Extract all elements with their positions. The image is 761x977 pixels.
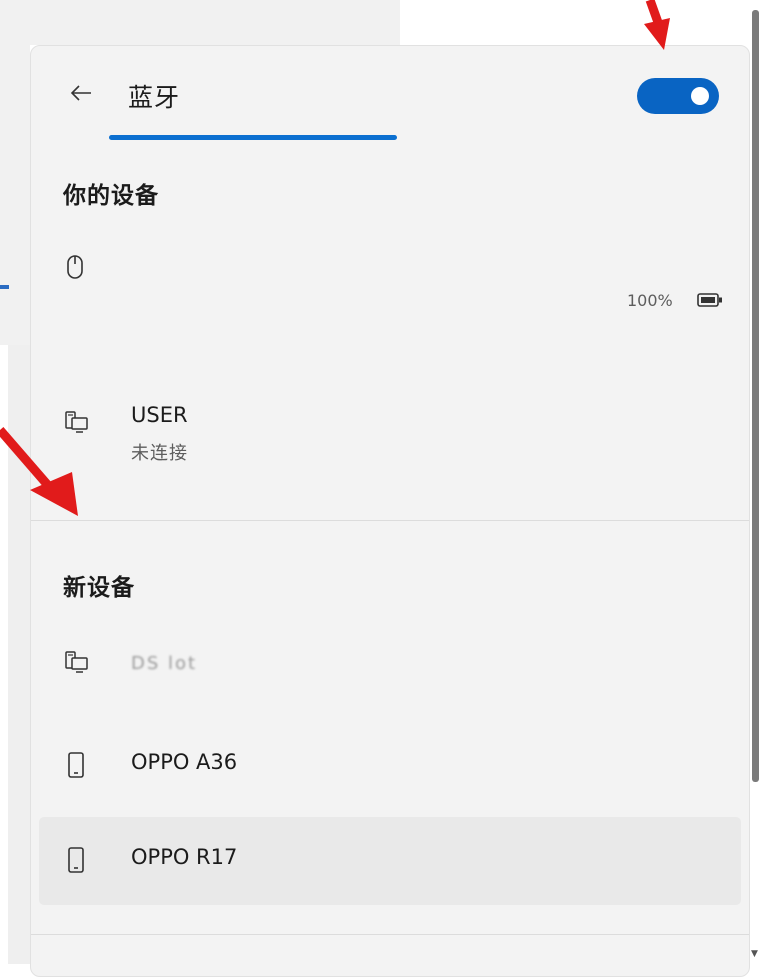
annotation-arrow-icon (0, 427, 78, 516)
backdrop-top-right (400, 0, 761, 10)
section-title-new-devices: 新设备 (63, 575, 135, 601)
section-title-your-devices: 你的设备 (63, 183, 159, 209)
phone-icon (64, 752, 88, 778)
battery-icon (697, 292, 723, 307)
accent-tick (0, 285, 9, 289)
device-name: USER (131, 403, 188, 427)
annotation-arrow-icon (644, 0, 670, 50)
bluetooth-flyout-panel: 蓝牙 你的设备 100% USER 未连接 新设备 DS lot OPPO A3… (30, 45, 750, 977)
device-row-user[interactable]: USER 未连接 (31, 391, 749, 491)
device-name-blurred: DS lot (131, 653, 198, 674)
title-underline (109, 135, 397, 140)
device-name: OPPO A36 (131, 750, 238, 774)
phone-icon (64, 847, 88, 873)
arrow-left-icon[interactable] (67, 79, 95, 107)
bluetooth-toggle[interactable] (637, 78, 719, 114)
device-status: 未连接 (131, 443, 188, 464)
device-row-oppo-r17-content[interactable]: OPPO R17 (31, 817, 749, 905)
scroll-down-icon[interactable]: ▼ (751, 950, 760, 959)
device-name: OPPO R17 (131, 845, 238, 869)
bottom-divider (31, 934, 749, 935)
scrollbar-thumb[interactable] (752, 10, 759, 782)
mouse-icon (64, 254, 88, 280)
toggle-knob (691, 87, 709, 105)
desktop-device-icon (64, 649, 88, 675)
device-row-oppo-a36[interactable]: OPPO A36 (31, 726, 749, 806)
page-title: 蓝牙 (128, 83, 181, 112)
battery-level: 100% (627, 291, 673, 310)
backdrop-top (0, 0, 400, 45)
section-divider (31, 520, 749, 521)
